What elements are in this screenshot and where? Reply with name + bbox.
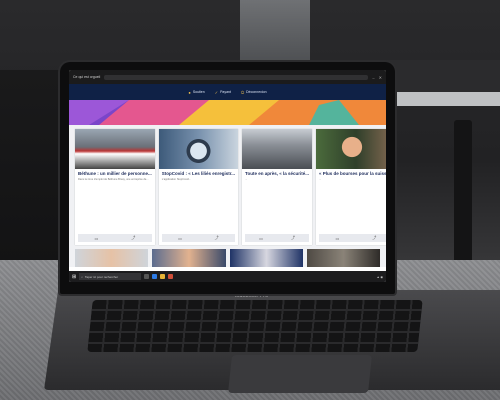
browser-chrome: Ce qui est orgueil – ✕ (69, 70, 386, 84)
card-actions: ▭ ⤴ (78, 234, 152, 242)
app-icon[interactable] (168, 274, 174, 279)
minimize-icon[interactable]: – (372, 75, 374, 80)
address-bar[interactable] (104, 74, 369, 80)
nav-item-deconnexion[interactable]: ⏻ Déconnexion (241, 90, 267, 95)
os-taskbar: ⊞ ⌕ Taper ici pour rechercher ▲ ◉ (69, 271, 386, 282)
laptop-lid: Ce qui est orgueil – ✕ ● Soutien ✓ Payan… (60, 62, 395, 294)
system-tray-icon[interactable]: ▲ ◉ (377, 275, 383, 279)
card-image-street (242, 129, 312, 169)
laptop-keyboard (87, 300, 423, 352)
header-banner (69, 100, 386, 125)
card-actions: ▭ ⤴ (319, 234, 386, 242)
share-icon[interactable]: ⤴ (131, 235, 135, 241)
card-image-protest (75, 129, 155, 169)
nav-item-payant[interactable]: ✓ Payant (215, 90, 231, 95)
card-actions: ▭ ⤴ (161, 234, 236, 242)
article-thumb[interactable] (306, 249, 380, 267)
card-title: Toute en après, « la sécurité... (245, 171, 309, 176)
card-actions: ▭ ⤴ (245, 234, 309, 242)
share-icon[interactable]: ⤴ (291, 235, 295, 241)
browser-icon[interactable] (152, 274, 158, 279)
shelf-white-edge (380, 92, 500, 106)
share-icon[interactable]: ⤴ (215, 235, 219, 241)
windows-start-icon[interactable]: ⊞ (72, 274, 76, 280)
article-card[interactable]: StopCovid : « Les liliés enregistr... L'… (158, 129, 239, 245)
share-icon[interactable]: ⤴ (372, 235, 376, 241)
search-icon: ⌕ (81, 274, 83, 279)
window-light (240, 0, 310, 70)
browser-tab[interactable]: Ce qui est orgueil (73, 75, 100, 79)
card-text: L'application StopCovid... (161, 178, 191, 181)
laptop-screen: Ce qui est orgueil – ✕ ● Soutien ✓ Payan… (69, 70, 386, 282)
article-thumb[interactable] (229, 249, 303, 267)
chair-armrest (454, 120, 472, 280)
card-text: Dans la zone d'emploi de Béthune Bruay, … (78, 178, 149, 181)
banner-shapes (69, 100, 386, 125)
nav-item-label: Déconnexion (246, 90, 267, 94)
article-cards: Béthune : un millier de personne... Dans… (69, 125, 386, 249)
task-view-icon[interactable] (144, 274, 150, 279)
check-icon: ✓ (214, 89, 219, 95)
site-nav: ● Soutien ✓ Payant ⏻ Déconnexion (69, 84, 386, 100)
card-text: ... (319, 178, 322, 181)
card-title: Béthune : un millier de personne... (78, 171, 152, 176)
laptop-trackpad (228, 355, 372, 393)
close-icon[interactable]: ✕ (379, 75, 382, 80)
card-title: StopCovid : « Les liliés enregistr... (161, 171, 236, 176)
comment-icon[interactable]: ▭ (259, 236, 263, 241)
logout-icon: ⏻ (240, 89, 245, 95)
comment-icon[interactable]: ▭ (178, 236, 182, 241)
card-text: ... (245, 178, 248, 181)
article-thumb[interactable] (152, 249, 226, 267)
comment-icon[interactable]: ▭ (336, 236, 340, 241)
nav-item-label: Payant (220, 90, 231, 94)
person-icon: ● (188, 89, 191, 95)
nav-item-label: Soutien (192, 90, 205, 94)
article-row-2 (69, 249, 386, 267)
article-card[interactable]: « Plus de bourses pour la suisse » ... ▭… (316, 129, 386, 245)
taskbar-search-placeholder: Taper ici pour rechercher (84, 274, 119, 279)
card-image-portrait (316, 129, 386, 169)
card-image-phone (158, 129, 239, 169)
article-thumb[interactable] (75, 249, 149, 267)
article-card[interactable]: Béthune : un millier de personne... Dans… (75, 129, 155, 245)
taskbar-search[interactable]: ⌕ Taper ici pour rechercher (79, 273, 142, 280)
comment-icon[interactable]: ▭ (94, 236, 98, 241)
card-title: « Plus de bourses pour la suisse » (319, 171, 386, 176)
nav-item-soutien[interactable]: ● Soutien (188, 90, 204, 95)
article-card[interactable]: Toute en après, « la sécurité... ... ▭ ⤴ (242, 129, 312, 245)
folder-icon[interactable] (160, 274, 166, 279)
